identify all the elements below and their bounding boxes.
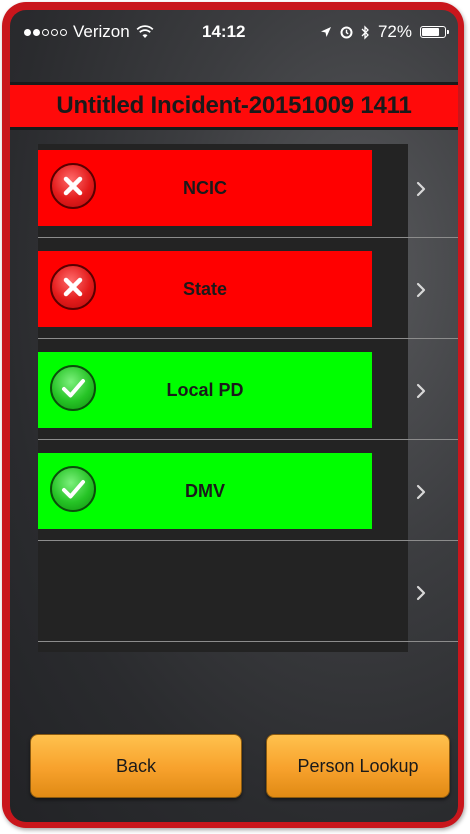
- signal-strength-icon: [24, 28, 67, 36]
- device-frame: Verizon 14:12 72% Untitled Incident-2015…: [2, 2, 464, 828]
- check-row-dmv[interactable]: DMV: [16, 447, 458, 547]
- row-divider: [38, 338, 458, 339]
- check-result-box: NCIC: [38, 150, 372, 226]
- row-divider: [38, 540, 458, 541]
- page-title: Untitled Incident-20151009 1411: [56, 92, 412, 119]
- carrier-name: Verizon: [73, 22, 130, 41]
- row-divider: [38, 439, 458, 440]
- chevron-right-icon[interactable]: [410, 279, 432, 301]
- check-row-state[interactable]: State: [16, 245, 458, 345]
- chevron-right-icon[interactable]: [410, 178, 432, 200]
- chevron-right-icon[interactable]: [410, 380, 432, 402]
- battery-icon: [420, 26, 449, 38]
- check-label: Local PD: [166, 380, 244, 400]
- check-row-local-pd[interactable]: Local PD: [16, 346, 458, 446]
- chevron-right-icon[interactable]: [410, 582, 432, 604]
- bluetooth-icon: [361, 24, 369, 40]
- app-screen: Verizon 14:12 72% Untitled Incident-2015…: [10, 10, 458, 822]
- check-row-ncic[interactable]: NCIC: [16, 144, 458, 244]
- check-label: State: [182, 279, 227, 299]
- check-result-box: DMV: [38, 453, 372, 529]
- status-left: Verizon: [24, 22, 154, 42]
- alarm-clock-icon: [340, 26, 353, 38]
- status-right: 72%: [320, 22, 449, 42]
- title-bar: Untitled Incident-20151009 1411: [10, 82, 458, 130]
- wifi-icon: [136, 25, 154, 38]
- row-divider: [38, 641, 458, 642]
- person-lookup-button[interactable]: Person Lookup: [266, 734, 450, 798]
- chevron-right-icon[interactable]: [410, 481, 432, 503]
- status-bar: Verizon 14:12 72%: [10, 10, 458, 56]
- row-divider: [38, 237, 458, 238]
- check-label: DMV: [185, 481, 225, 501]
- back-button[interactable]: Back: [30, 734, 242, 798]
- battery-percent: 72%: [377, 22, 412, 41]
- check-label: NCIC: [183, 178, 227, 198]
- status-time: 14:12: [202, 22, 246, 41]
- location-arrow-icon: [320, 27, 331, 37]
- check-result-box: Local PD: [38, 352, 372, 428]
- check-result-box: State: [38, 251, 372, 327]
- check-row-empty[interactable]: [16, 548, 458, 648]
